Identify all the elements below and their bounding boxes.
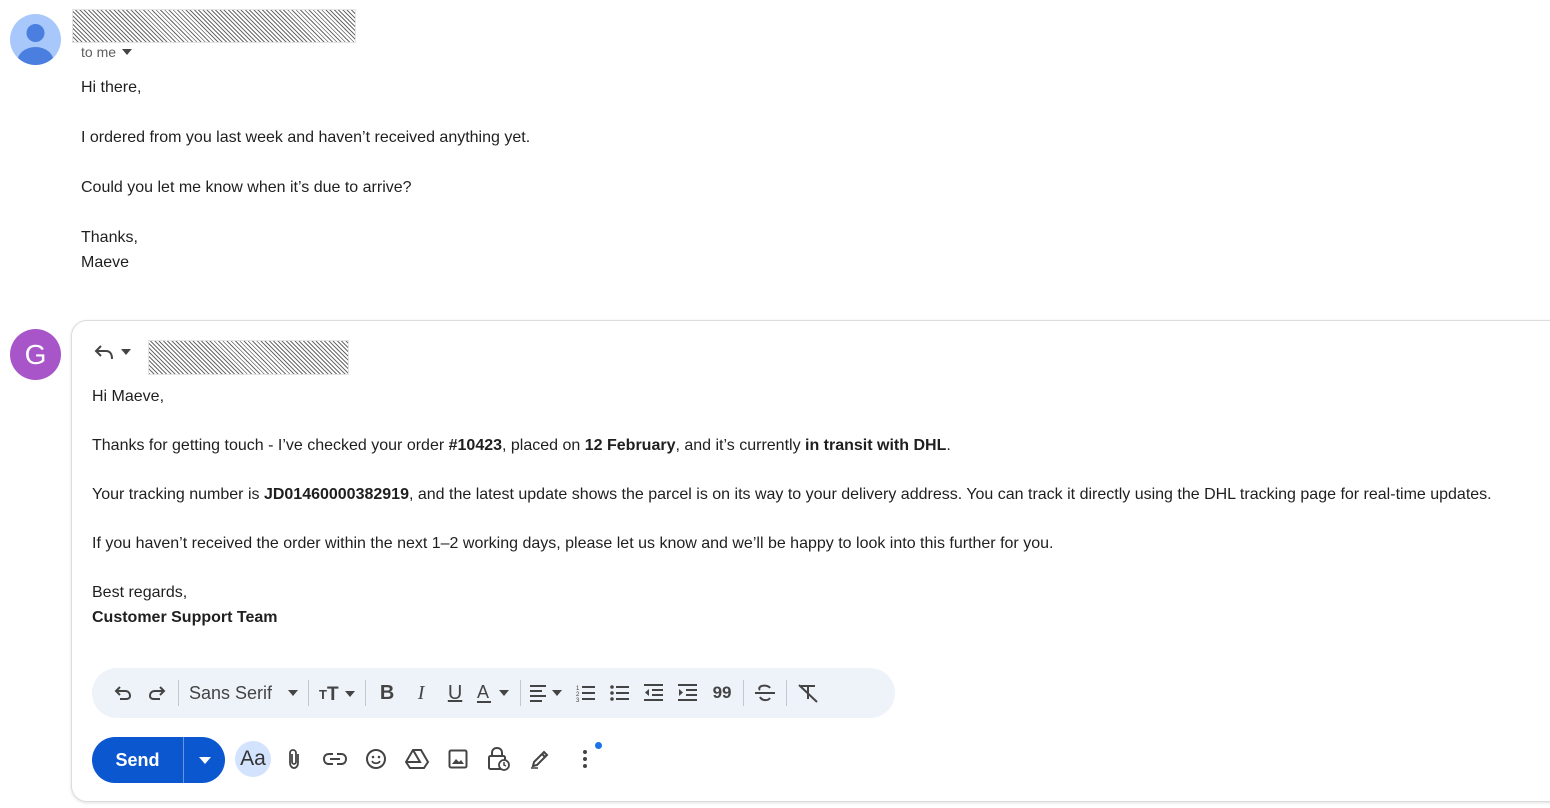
reply-type-dropdown[interactable] bbox=[93, 343, 131, 361]
italic-icon[interactable]: I bbox=[404, 676, 438, 710]
svg-text:A: A bbox=[477, 682, 489, 702]
reply-paragraph-1[interactable]: Thanks for getting touch - I’ve checked … bbox=[92, 437, 951, 455]
link-icon[interactable] bbox=[317, 741, 353, 777]
order-date: 12 February bbox=[584, 437, 676, 454]
order-status: in transit with DHL bbox=[805, 437, 947, 454]
caret-down-icon bbox=[288, 690, 299, 696]
toolbar-divider bbox=[786, 680, 788, 706]
reply-greeting[interactable]: Hi Maeve, bbox=[92, 388, 164, 406]
sender-name-redacted bbox=[72, 9, 356, 43]
svg-text:T: T bbox=[319, 687, 327, 702]
notification-dot bbox=[595, 742, 602, 749]
formatting-toolbar: Sans Serif TT B I U A 123 99 bbox=[92, 668, 895, 718]
avatar-letter: G bbox=[24, 338, 47, 370]
compose-tools bbox=[276, 741, 603, 777]
toolbar-divider bbox=[308, 680, 310, 706]
numbered-list-icon[interactable]: 123 bbox=[569, 676, 603, 710]
reply-paragraph-3[interactable]: If you haven’t received the order within… bbox=[92, 535, 1053, 553]
toolbar-divider bbox=[520, 680, 522, 706]
toolbar-divider bbox=[743, 680, 745, 706]
undo-icon[interactable] bbox=[106, 676, 140, 710]
bulleted-list-icon[interactable] bbox=[603, 676, 637, 710]
photo-icon[interactable] bbox=[440, 741, 476, 777]
send-button[interactable]: Send bbox=[92, 737, 183, 783]
reply-compose-box bbox=[71, 320, 1550, 802]
underline-icon[interactable]: U bbox=[438, 676, 472, 710]
indent-less-icon[interactable] bbox=[637, 676, 671, 710]
reply-signature[interactable]: Customer Support Team bbox=[92, 609, 278, 627]
reply-avatar[interactable]: G bbox=[10, 329, 61, 380]
reply-paragraph-2[interactable]: Your tracking number is JD01460000382919… bbox=[92, 486, 1492, 504]
quote-icon[interactable]: 99 bbox=[705, 676, 739, 710]
caret-down-icon bbox=[198, 756, 211, 764]
tracking-number: JD01460000382919 bbox=[263, 486, 409, 503]
caret-down-icon bbox=[122, 49, 133, 55]
font-family-label: Sans Serif bbox=[189, 682, 273, 703]
person-icon bbox=[17, 24, 54, 65]
strikethrough-icon[interactable] bbox=[748, 676, 782, 710]
toolbar-divider bbox=[178, 680, 179, 706]
order-number: #10423 bbox=[448, 437, 503, 454]
emoji-icon[interactable] bbox=[358, 741, 394, 777]
to-me-label: to me bbox=[81, 44, 117, 60]
reply-closing[interactable]: Best regards, bbox=[92, 584, 187, 602]
incoming-message-body: Hi there, I ordered from you last week a… bbox=[81, 75, 981, 275]
recipient-details-toggle[interactable]: to me bbox=[81, 44, 133, 60]
align-icon[interactable] bbox=[525, 676, 569, 710]
drive-icon[interactable] bbox=[399, 741, 435, 777]
text-span: Your tracking number is bbox=[92, 486, 264, 503]
attach-icon[interactable] bbox=[276, 741, 312, 777]
font-family-select[interactable]: Sans Serif bbox=[183, 683, 304, 704]
svg-text:3: 3 bbox=[576, 698, 580, 702]
confidential-icon[interactable] bbox=[481, 741, 517, 777]
remove-formatting-icon[interactable] bbox=[791, 676, 825, 710]
text-span: Thanks for getting touch - I’ve checked … bbox=[92, 437, 449, 454]
toolbar-divider bbox=[365, 680, 367, 706]
bold-icon[interactable]: B bbox=[370, 676, 404, 710]
svg-text:T: T bbox=[327, 684, 339, 703]
signature-icon[interactable] bbox=[522, 741, 558, 777]
indent-more-icon[interactable] bbox=[671, 676, 705, 710]
caret-down-icon bbox=[121, 349, 131, 355]
text-span: , and it’s currently bbox=[675, 437, 806, 454]
text-span: . bbox=[946, 437, 951, 454]
send-button-group: Send bbox=[92, 737, 225, 783]
sender-avatar[interactable] bbox=[10, 14, 61, 65]
incoming-body-text: Hi there, I ordered from you last week a… bbox=[81, 79, 531, 271]
reply-arrow-icon bbox=[94, 345, 113, 360]
redo-icon[interactable] bbox=[140, 676, 174, 710]
recipient-redacted[interactable] bbox=[148, 340, 349, 375]
text-span: , and the latest update shows the parcel… bbox=[408, 486, 1492, 503]
text-size-icon[interactable]: TT bbox=[313, 676, 361, 710]
text-color-icon[interactable]: A bbox=[472, 676, 516, 710]
text-span: , placed on bbox=[502, 437, 585, 454]
formatting-options-button[interactable]: Aa bbox=[235, 741, 271, 777]
